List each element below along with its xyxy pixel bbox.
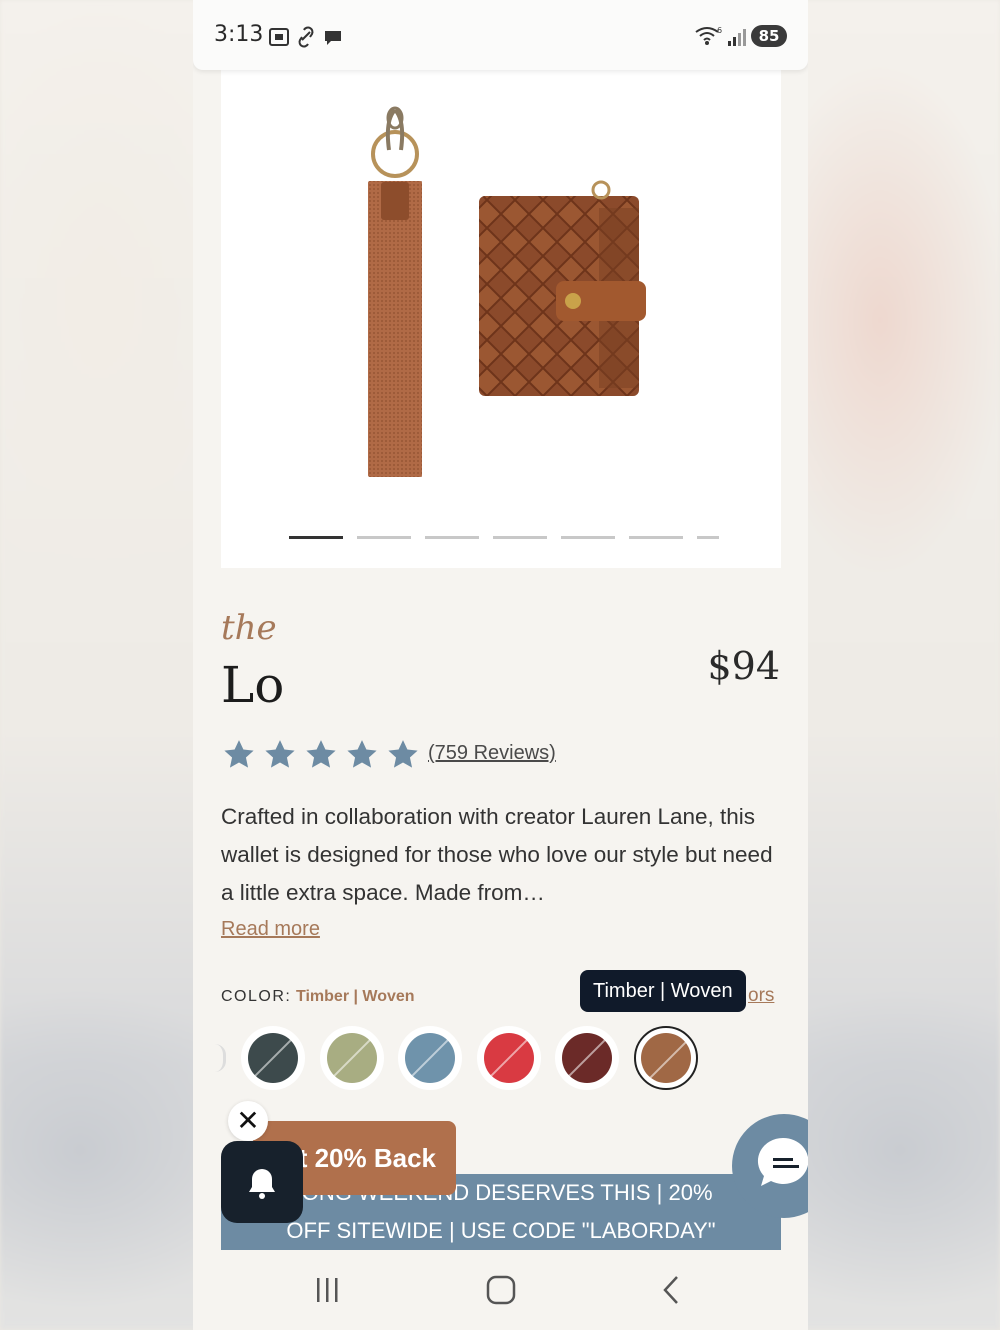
carousel-dot[interactable] bbox=[425, 536, 479, 539]
star-icon bbox=[306, 740, 336, 768]
product-description: Crafted in collaboration with creator La… bbox=[221, 804, 773, 905]
color-swatch-red[interactable] bbox=[477, 1026, 541, 1090]
promo-banner-line2: OFF SITEWIDE | USE CODE "LABORDAY" bbox=[286, 1218, 716, 1243]
color-tooltip: Timber | Woven bbox=[580, 970, 746, 1012]
wifi-superscript: 6 bbox=[717, 26, 722, 35]
color-swatch-timber-woven[interactable] bbox=[634, 1026, 698, 1090]
status-bar: 3:13 6 85 bbox=[193, 0, 808, 70]
read-more-link[interactable]: Read more bbox=[221, 918, 320, 941]
star-icon bbox=[388, 740, 418, 768]
color-swatch-burgundy[interactable] bbox=[555, 1026, 619, 1090]
home-icon[interactable] bbox=[483, 1272, 519, 1308]
product-image[interactable] bbox=[221, 60, 781, 568]
color-swatch-partial[interactable] bbox=[215, 1044, 226, 1072]
all-colors-link[interactable]: ors bbox=[748, 985, 774, 1007]
android-navigation-bar bbox=[193, 1250, 808, 1330]
product-name-prefix: the bbox=[221, 608, 277, 648]
phone-screen: 3:13 6 85 the Lo $94 (759 Reviews) Craft… bbox=[193, 0, 808, 1330]
color-swatch-dark-slate[interactable] bbox=[241, 1026, 305, 1090]
carousel-dot[interactable] bbox=[629, 536, 683, 539]
star-icon bbox=[347, 740, 377, 768]
notification-bell-button[interactable] bbox=[221, 1141, 303, 1223]
carousel-dot[interactable] bbox=[493, 536, 547, 539]
carousel-dot[interactable] bbox=[357, 536, 411, 539]
signal-icon bbox=[728, 29, 746, 46]
color-label: COLOR: bbox=[221, 988, 292, 1005]
color-swatch-blue-denim[interactable] bbox=[398, 1026, 462, 1090]
product-price: $94 bbox=[707, 644, 780, 688]
color-swatch-list bbox=[221, 1026, 781, 1090]
close-promo-button[interactable]: ✕ bbox=[228, 1101, 268, 1141]
product-title: Lo bbox=[221, 656, 285, 714]
wallet-product-photo bbox=[368, 106, 646, 477]
wifi-icon: 6 bbox=[695, 26, 722, 45]
chat-icon bbox=[757, 1137, 808, 1186]
status-time: 3:13 bbox=[214, 22, 264, 47]
reviews-link[interactable]: (759 Reviews) bbox=[428, 742, 556, 765]
carousel-dot[interactable] bbox=[697, 536, 719, 539]
star-icon bbox=[265, 740, 295, 768]
bell-icon bbox=[249, 1169, 275, 1199]
recent-apps-icon[interactable] bbox=[313, 1272, 343, 1308]
battery-indicator: 85 bbox=[751, 25, 787, 47]
screenshot-icon bbox=[269, 28, 289, 46]
color-value: Timber | Woven bbox=[296, 988, 415, 1005]
color-swatch-sage[interactable] bbox=[320, 1026, 384, 1090]
link-icon bbox=[298, 26, 314, 48]
carousel-dot[interactable] bbox=[561, 536, 615, 539]
back-icon[interactable] bbox=[659, 1272, 683, 1308]
rating-stars[interactable] bbox=[221, 738, 421, 772]
chat-bubble-icon bbox=[325, 31, 341, 45]
carousel-dot[interactable] bbox=[289, 536, 343, 539]
star-icon bbox=[224, 740, 254, 768]
